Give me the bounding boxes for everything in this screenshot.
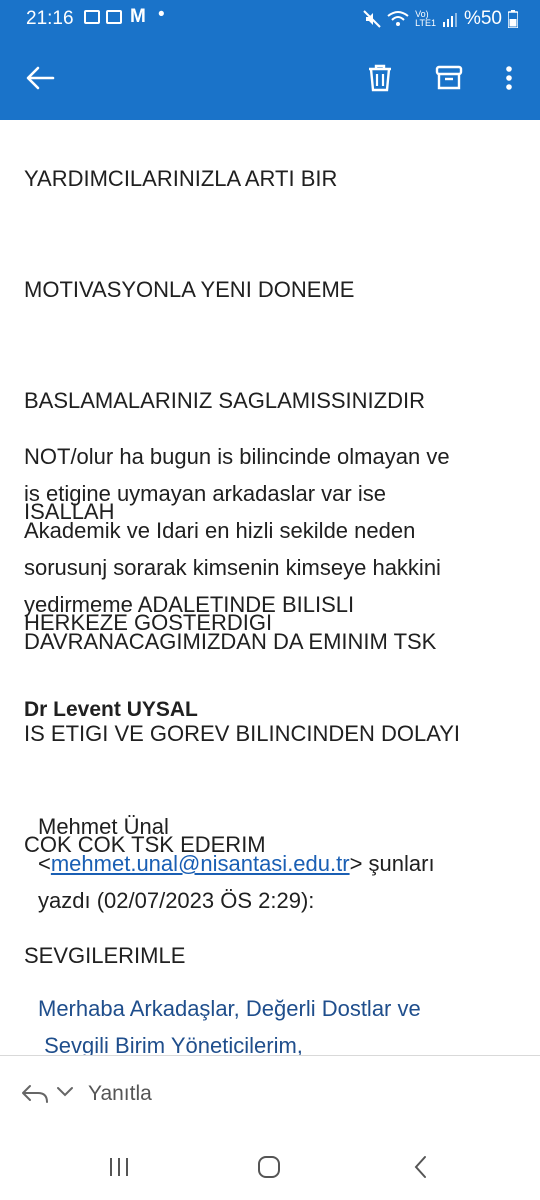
body-line: BASLAMALARINIZ SAGLAMISSINIZDIR: [24, 388, 425, 413]
status-right: Vo) LTE1 %50: [363, 8, 518, 30]
quoted-line: Sevgili Birim Yöneticilerim,: [38, 1033, 303, 1055]
recent-apps-icon[interactable]: [99, 1152, 139, 1182]
gallery-icon: [84, 10, 100, 24]
back-icon[interactable]: [401, 1152, 441, 1182]
body-line: SEVGILERIMLE: [24, 943, 186, 968]
signal-icon: [442, 13, 457, 27]
quoted-sender: Mehmet Ünal: [38, 814, 169, 839]
more-vert-icon[interactable]: [489, 58, 529, 98]
reply-bar[interactable]: Yanıtla: [0, 1056, 540, 1134]
system-nav-bar: [0, 1134, 540, 1200]
back-arrow-icon[interactable]: [20, 58, 60, 98]
delete-icon[interactable]: [360, 58, 400, 98]
top-app-bar: 21:16 M • Vo) LTE1 %50: [0, 0, 540, 120]
note-line: sorusunj sorarak kimsenin kimseye hakkin…: [24, 555, 441, 580]
battery-percent: %50: [463, 8, 502, 29]
body-line: MOTIVASYONLA YENI DONEME: [24, 277, 355, 302]
email-note: NOT/olur ha bugun is bilincinde olmayan …: [24, 438, 450, 660]
archive-icon[interactable]: [429, 58, 469, 98]
quoted-address-line: <mehmet.unal@nisantasi.edu.tr> şunları: [38, 845, 435, 882]
home-icon[interactable]: [249, 1152, 289, 1182]
wrote-text: > şunları: [349, 851, 435, 876]
notification-dot-icon: •: [158, 4, 165, 25]
quoted-date: yazdı (02/07/2023 ÖS 2:29):: [38, 888, 315, 913]
reply-icon[interactable]: [20, 1082, 50, 1106]
message-icon: [106, 10, 122, 24]
email-toolbar: [0, 38, 540, 120]
gmail-icon: M: [130, 6, 146, 27]
quoted-line: Merhaba Arkadaşlar, Değerli Dostlar ve: [38, 996, 421, 1021]
mute-icon: [363, 10, 381, 28]
email-body[interactable]: YARDIMCILARINIZLA ARTI BIR MOTIVASYONLA …: [0, 100, 540, 1055]
quoted-message: Merhaba Arkadaşlar, Değerli Dostlar ve S…: [38, 990, 421, 1055]
note-line: yedirmeme ADALETINDE BILISLI: [24, 592, 355, 617]
sender-email-link[interactable]: mehmet.unal@nisantasi.edu.tr: [51, 851, 350, 876]
note-line: DAVRANACAGIMIZDAN DA EMINIM TSK: [24, 629, 437, 654]
note-line: NOT/olur ha bugun is bilincinde olmayan …: [24, 444, 450, 469]
wifi-icon: [387, 11, 409, 26]
status-time: 21:16: [26, 8, 74, 29]
status-bar: 21:16 M • Vo) LTE1 %50: [0, 0, 540, 38]
note-line: Akademik ve Idari en hizli sekilde neden: [24, 518, 416, 543]
battery-icon: [508, 10, 518, 28]
open-bracket: <: [38, 851, 51, 876]
note-line: is etigine uymayan arkadaslar var ise: [24, 481, 386, 506]
volte-icon: Vo) LTE1: [415, 9, 436, 28]
quoted-header: Mehmet Ünal <mehmet.unal@nisantasi.edu.t…: [38, 808, 435, 919]
reply-label[interactable]: Yanıtla: [88, 1082, 152, 1106]
partial-body-line: YARDIMCILARINIZLA ARTI BIR: [24, 166, 338, 191]
email-signature: Dr Levent UYSAL: [24, 698, 198, 721]
chevron-down-icon[interactable]: [56, 1086, 74, 1098]
